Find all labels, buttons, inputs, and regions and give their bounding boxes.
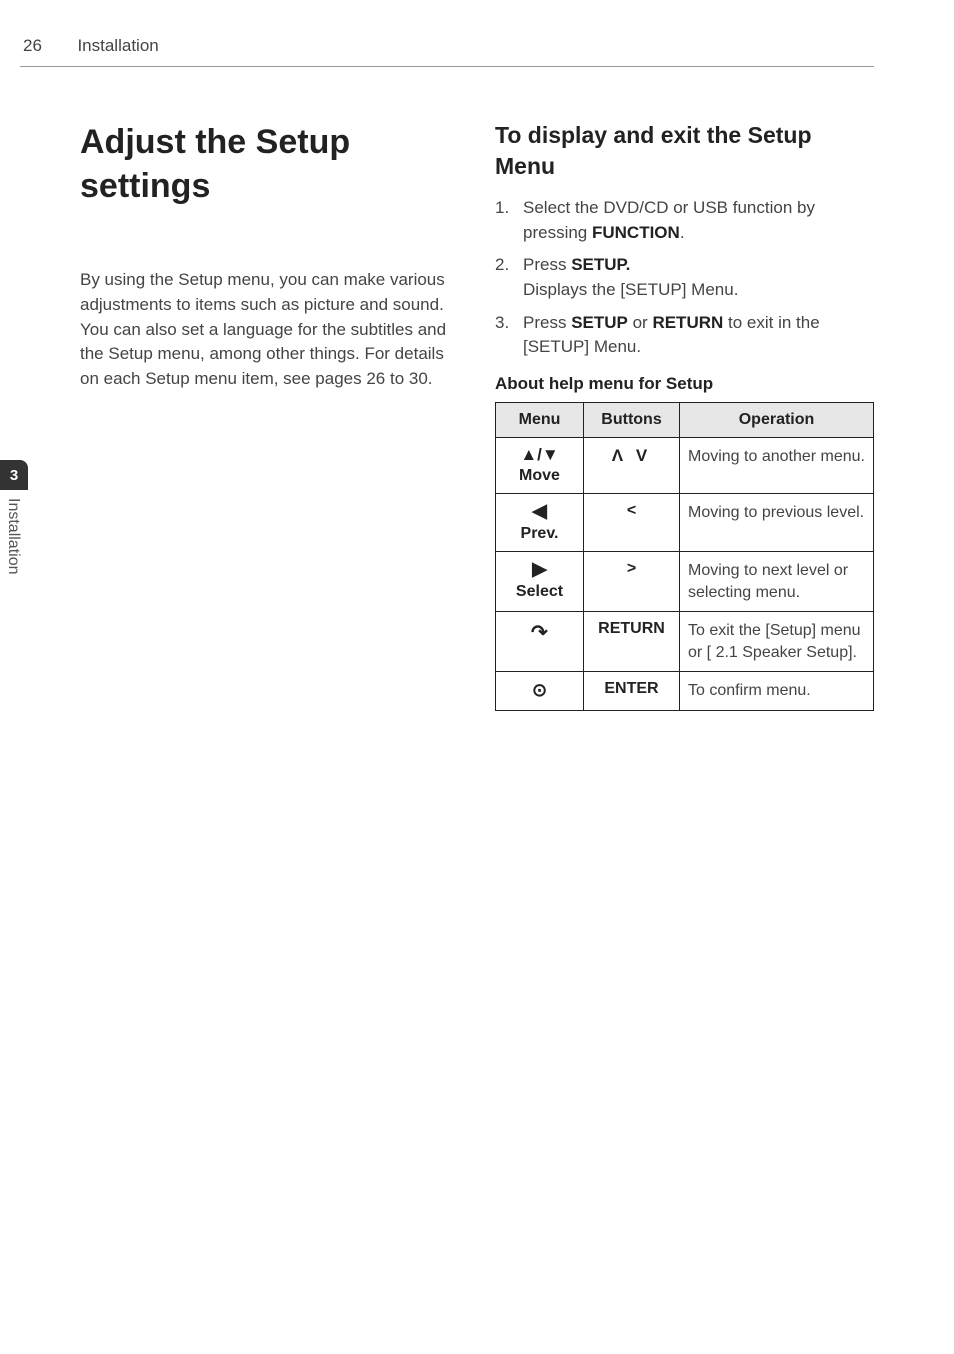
operation-cell: To exit the [Setup] menu or [ 2.1 Speake… bbox=[680, 612, 874, 672]
step-text: Press bbox=[523, 255, 571, 274]
less-than-icon: < bbox=[627, 502, 636, 519]
buttons-cell: ENTER bbox=[584, 672, 680, 711]
left-column: Adjust the Setup settings By using the S… bbox=[80, 120, 459, 711]
buttons-cell: < bbox=[584, 493, 680, 551]
menu-cell: ▲/▼ Move bbox=[496, 437, 584, 493]
right-triangle-icon: ▶ bbox=[532, 560, 547, 579]
table-row: ▲/▼ Move Λ V Moving to another menu. bbox=[496, 437, 874, 493]
menu-cell: ▶ Select bbox=[496, 551, 584, 611]
table-header: Menu bbox=[496, 402, 584, 437]
step-bold: SETUP. bbox=[571, 255, 630, 274]
table-header: Buttons bbox=[584, 402, 680, 437]
menu-label: Move bbox=[519, 467, 560, 485]
enter-dot-icon: ⊙ bbox=[532, 680, 547, 700]
table-header-row: Menu Buttons Operation bbox=[496, 402, 874, 437]
menu-cell: ↶ bbox=[496, 612, 584, 672]
step-item: Press SETUP. Displays the [SETUP] Menu. bbox=[495, 253, 874, 302]
operation-cell: Moving to previous level. bbox=[680, 493, 874, 551]
step-text: Press bbox=[523, 313, 571, 332]
page: 26 Installation 3 Installation Adjust th… bbox=[0, 0, 954, 1354]
step-text: . bbox=[680, 223, 685, 242]
table-caption: About help menu for Setup bbox=[495, 374, 874, 394]
help-menu-table: Menu Buttons Operation ▲/▼ Move Λ V bbox=[495, 402, 874, 711]
steps-list: Select the DVD/CD or USB function by pre… bbox=[495, 196, 874, 360]
step-bold: FUNCTION bbox=[592, 223, 680, 242]
buttons-cell: Λ V bbox=[584, 437, 680, 493]
intro-paragraph: By using the Setup menu, you can make va… bbox=[80, 268, 459, 391]
table-row: ⊙ ENTER To confirm menu. bbox=[496, 672, 874, 711]
chapter-number: 3 bbox=[0, 460, 28, 490]
greater-than-icon: > bbox=[627, 560, 636, 577]
sub-heading: To display and exit the Setup Menu bbox=[495, 120, 874, 182]
chevron-up-down-icon: Λ V bbox=[612, 446, 651, 465]
step-item: Press SETUP or RETURN to exit in the [SE… bbox=[495, 311, 874, 360]
return-arrow-icon: ↶ bbox=[531, 620, 548, 645]
operation-cell: Moving to another menu. bbox=[680, 437, 874, 493]
page-header: 26 Installation bbox=[20, 36, 874, 67]
menu-label: Prev. bbox=[521, 525, 559, 543]
header-section-title: Installation bbox=[77, 36, 158, 55]
menu-label: Select bbox=[516, 583, 563, 601]
up-down-triangle-icon: ▲/▼ bbox=[520, 446, 558, 463]
left-triangle-icon: ◀ bbox=[532, 502, 547, 521]
side-chapter-tab: 3 Installation bbox=[0, 460, 28, 640]
buttons-cell: RETURN bbox=[584, 612, 680, 672]
step-bold: SETUP bbox=[571, 313, 628, 332]
chapter-label: Installation bbox=[0, 490, 22, 575]
step-text: Displays the [SETUP] Menu. bbox=[523, 280, 738, 299]
step-text: or bbox=[628, 313, 653, 332]
menu-cell: ◀ Prev. bbox=[496, 493, 584, 551]
operation-cell: Moving to next level or selecting menu. bbox=[680, 551, 874, 611]
buttons-cell: > bbox=[584, 551, 680, 611]
step-item: Select the DVD/CD or USB function by pre… bbox=[495, 196, 874, 245]
content-area: Adjust the Setup settings By using the S… bbox=[80, 120, 874, 711]
step-bold: RETURN bbox=[652, 313, 723, 332]
table-row: ↶ RETURN To exit the [Setup] menu or [ 2… bbox=[496, 612, 874, 672]
menu-cell: ⊙ bbox=[496, 672, 584, 711]
table-row: ◀ Prev. < Moving to previous level. bbox=[496, 493, 874, 551]
main-heading: Adjust the Setup settings bbox=[80, 120, 459, 208]
page-number: 26 bbox=[23, 36, 73, 56]
table-row: ▶ Select > Moving to next level or selec… bbox=[496, 551, 874, 611]
operation-cell: To confirm menu. bbox=[680, 672, 874, 711]
table-header: Operation bbox=[680, 402, 874, 437]
right-column: To display and exit the Setup Menu Selec… bbox=[495, 120, 874, 711]
